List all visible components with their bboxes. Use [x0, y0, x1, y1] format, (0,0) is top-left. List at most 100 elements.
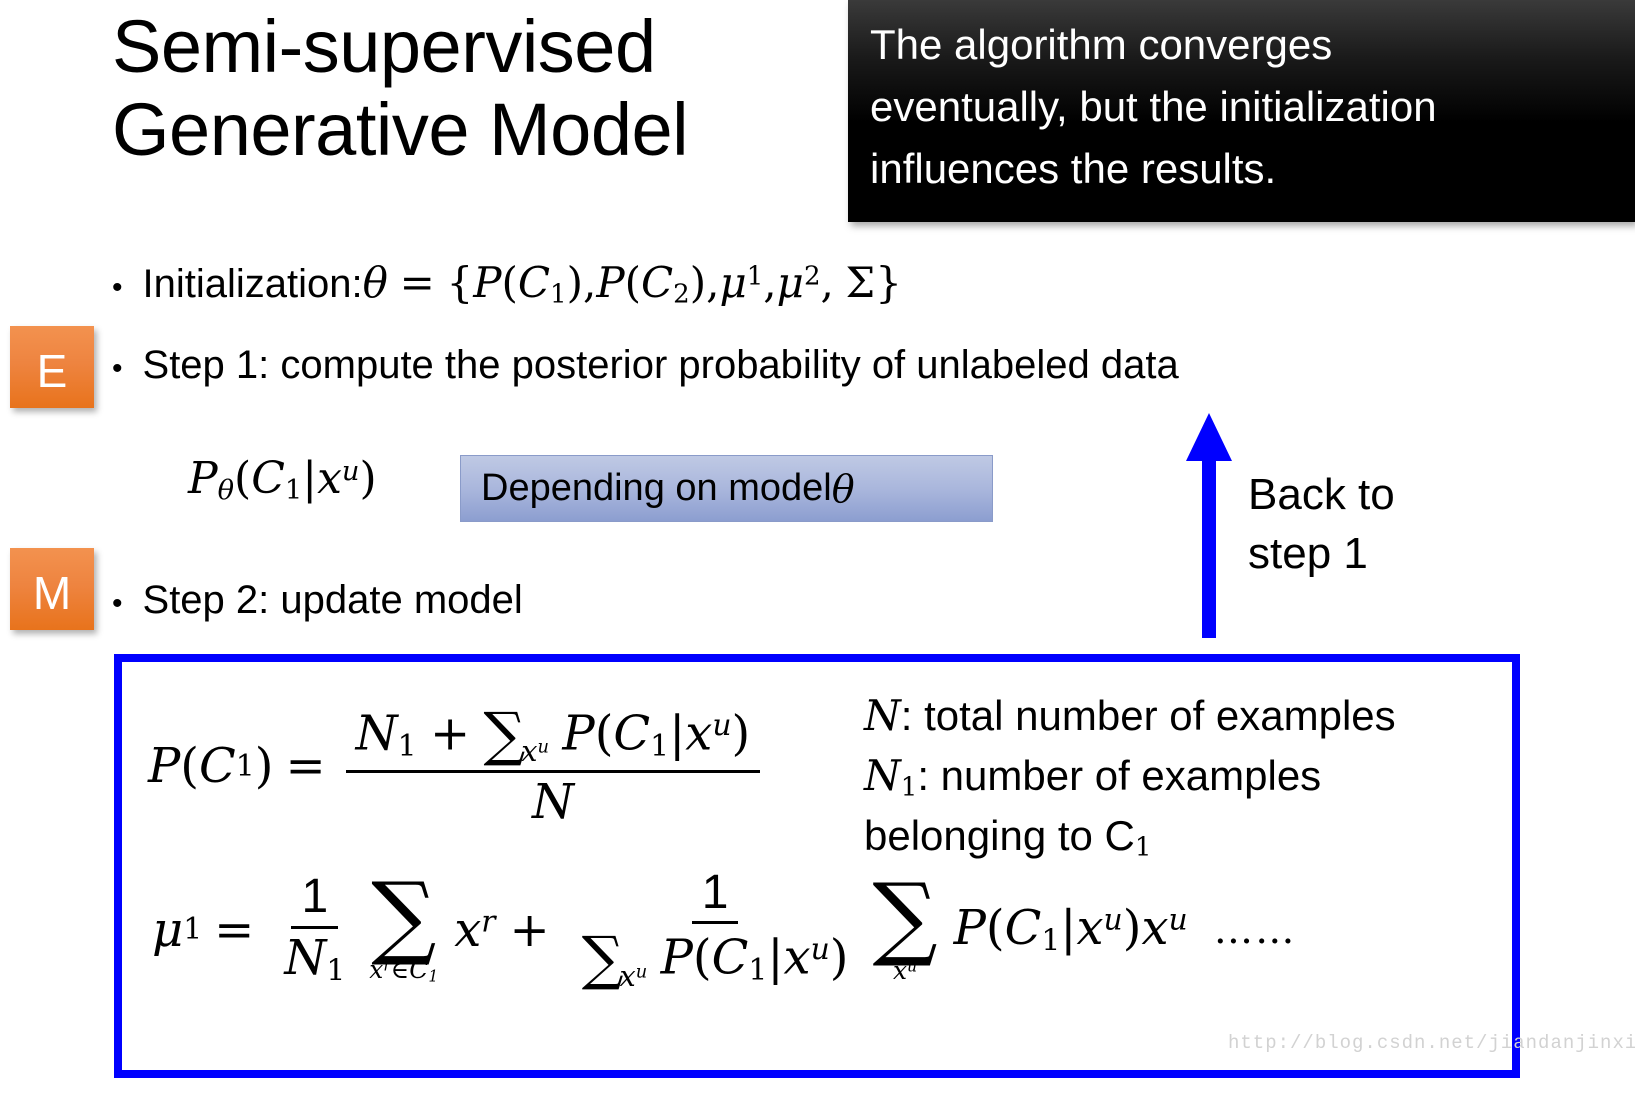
depending-on-model-box: Depending on model θ — [460, 455, 993, 522]
posterior-c: C — [251, 453, 285, 504]
mu1-sum-2: ∑ xu — [872, 863, 938, 983]
bullet-step-1-label: Step 1: compute the posterior probabilit… — [142, 343, 1179, 387]
back-to-step-1-label: Back to step 1 — [1248, 465, 1395, 584]
mu-symbol-2: μ — [776, 258, 804, 307]
pc1-lhs-c: C — [199, 738, 236, 795]
pc1-num-n1-sub: 1 — [397, 728, 417, 764]
mu1-lhs-sup: 1 — [183, 912, 203, 948]
mu-symbol-1: μ — [719, 258, 747, 307]
mu1-plus: + — [509, 901, 550, 958]
comma-2: , — [706, 258, 720, 307]
update-equations-box: P(C 1) = N1 + ∑xu P(C1|xu) N μ1 = 1 N1 ∑ … — [114, 654, 1520, 1078]
mu1-term-x-sup: r — [481, 904, 496, 940]
equation-p-c1: P(C 1) = N1 + ∑xu P(C1|xu) N — [148, 703, 768, 828]
callout-box: The algorithm converges eventually, but … — [848, 0, 1635, 222]
depend-box-theta: θ — [831, 466, 855, 511]
mu2-superscript: 2 — [803, 261, 821, 292]
back-label-line-2: step 1 — [1248, 529, 1368, 579]
legend-n-symbol: N — [864, 691, 901, 740]
mu1-sum-1: ∑ xr∈C1 — [369, 861, 439, 986]
mu1-superscript: 1 — [746, 261, 764, 292]
sigma-symbol: Σ — [845, 258, 876, 307]
legend-row-n1-cont: belonging to C1 — [864, 806, 1396, 867]
callout-line-1: The algorithm converges — [870, 21, 1333, 68]
close-brace: } — [875, 258, 902, 307]
comma-1: , — [582, 258, 597, 307]
mu1-ellipsis: …… — [1213, 906, 1297, 953]
pc1-equals: = — [285, 738, 326, 795]
pc1-num-x-sup: u — [712, 708, 732, 744]
comma-4: , — [820, 258, 834, 307]
callout-line-2: eventually, but the initialization — [870, 83, 1437, 131]
posterior-p: P — [188, 453, 218, 504]
equation-mu1: μ1 = 1 N1 ∑ xr∈C1 xr + 1 ∑xu P(C1|xu) ∑ … — [152, 861, 1297, 993]
pc1-denominator: N — [522, 773, 584, 828]
open-brace: { — [446, 258, 474, 307]
posterior-theta-subscript: θ — [217, 475, 235, 506]
posterior-c-subscript: 1 — [284, 475, 303, 506]
bullet-initialization-label: Initialization: — [142, 262, 363, 306]
bullet-dot-icon: • — [112, 587, 123, 620]
posterior-bar: | — [302, 453, 318, 504]
watermark-url: http://blog.csdn.net/jiandanjinxin — [1228, 1032, 1635, 1054]
mu1-fraction-1: 1 N1 — [274, 872, 355, 989]
legend-n-desc: : total number of examples — [900, 692, 1396, 739]
mu1-sum1-limit: xr∈C1 — [369, 954, 439, 986]
mu1-frac2-num: 1 — [691, 867, 739, 925]
posterior-x: x — [317, 453, 342, 504]
e-step-badge: E — [10, 326, 94, 408]
callout-line-3: influences the results. — [870, 145, 1277, 193]
bullet-initialization: • Initialization: θ = {P(C1),P(C2),μ1,μ2… — [112, 258, 902, 310]
bullet-dot-icon: • — [112, 271, 123, 304]
pc1-den-n: N — [531, 773, 574, 830]
bullet-step-2: • Step 2: update model — [112, 578, 523, 623]
mu1-fraction-2: 1 ∑xu P(C1|xu) — [572, 867, 859, 993]
legend-definitions: N: total number of examples N1: number o… — [864, 686, 1396, 867]
mu1-frac1-den: N1 — [284, 929, 346, 989]
bullet-step-2-label: Step 2: update model — [142, 578, 523, 622]
mu1-sum2-symbol: ∑ — [872, 863, 938, 971]
legend-n1-desc: : number of examples — [917, 751, 1322, 799]
pc1-numerator: N1 + ∑xu P(C1|xu) — [345, 703, 761, 773]
c1-subscript: 1 — [550, 279, 567, 310]
mu1-tail-term: P(C1|xu)xu — [953, 900, 1188, 959]
title-line-1: Semi-supervised — [112, 5, 656, 88]
mu1-term-x: x — [454, 901, 482, 958]
pc1-lhs-p: P — [148, 738, 181, 795]
c1-symbol: C — [517, 258, 551, 307]
posterior-x-superscript: u — [341, 455, 360, 487]
pc1-sum-symbol: ∑ — [483, 700, 526, 768]
posterior-probability-formula: Pθ(C1|xu) — [188, 453, 377, 506]
title-line-2: Generative Model — [112, 87, 689, 171]
mu1-lhs-mu: μ — [152, 901, 184, 958]
back-to-step-1-arrow-icon — [1186, 413, 1232, 638]
p-symbol-2: P — [596, 258, 625, 307]
p-symbol-1: P — [473, 258, 502, 307]
legend-n1-sub: 1 — [900, 772, 918, 803]
legend-n1-desc2-sub: 1 — [1134, 833, 1152, 864]
legend-row-n1: N1: number of examples — [864, 746, 1396, 807]
pc1-num-c: C — [613, 705, 651, 762]
c2-symbol: C — [640, 258, 674, 307]
pc1-num-p: P — [562, 705, 595, 762]
mu1-sum1-symbol: ∑ — [371, 861, 437, 969]
mu1-frac2-den: ∑xu P(C1|xu) — [581, 924, 849, 993]
back-label-line-1: Back to — [1248, 470, 1395, 519]
mu1-frac1-num: 1 — [291, 872, 339, 929]
pc1-num-x: x — [685, 705, 713, 762]
initialization-formula: θ = {P(C1),P(C2),μ1,μ2, Σ} — [362, 258, 902, 310]
pc1-lhs-c-sub: 1 — [235, 748, 255, 784]
legend-n1-desc2: belonging to C — [864, 812, 1135, 860]
m-step-badge: M — [10, 548, 94, 630]
comma-3: , — [763, 258, 777, 307]
legend-n1-symbol: N — [864, 750, 901, 800]
legend-row-n: N: total number of examples — [864, 686, 1396, 746]
pc1-num-bar: | — [669, 705, 686, 762]
pc1-fraction: N1 + ∑xu P(C1|xu) N — [345, 703, 761, 828]
pc1-sum-limit: xu — [521, 734, 550, 769]
bullet-step-1: • Step 1: compute the posterior probabil… — [112, 343, 1179, 388]
pc1-num-c-sub: 1 — [650, 728, 670, 764]
equals-sign: = — [399, 258, 435, 307]
bullet-dot-icon: • — [112, 352, 123, 385]
pc1-plus: + — [429, 705, 471, 762]
